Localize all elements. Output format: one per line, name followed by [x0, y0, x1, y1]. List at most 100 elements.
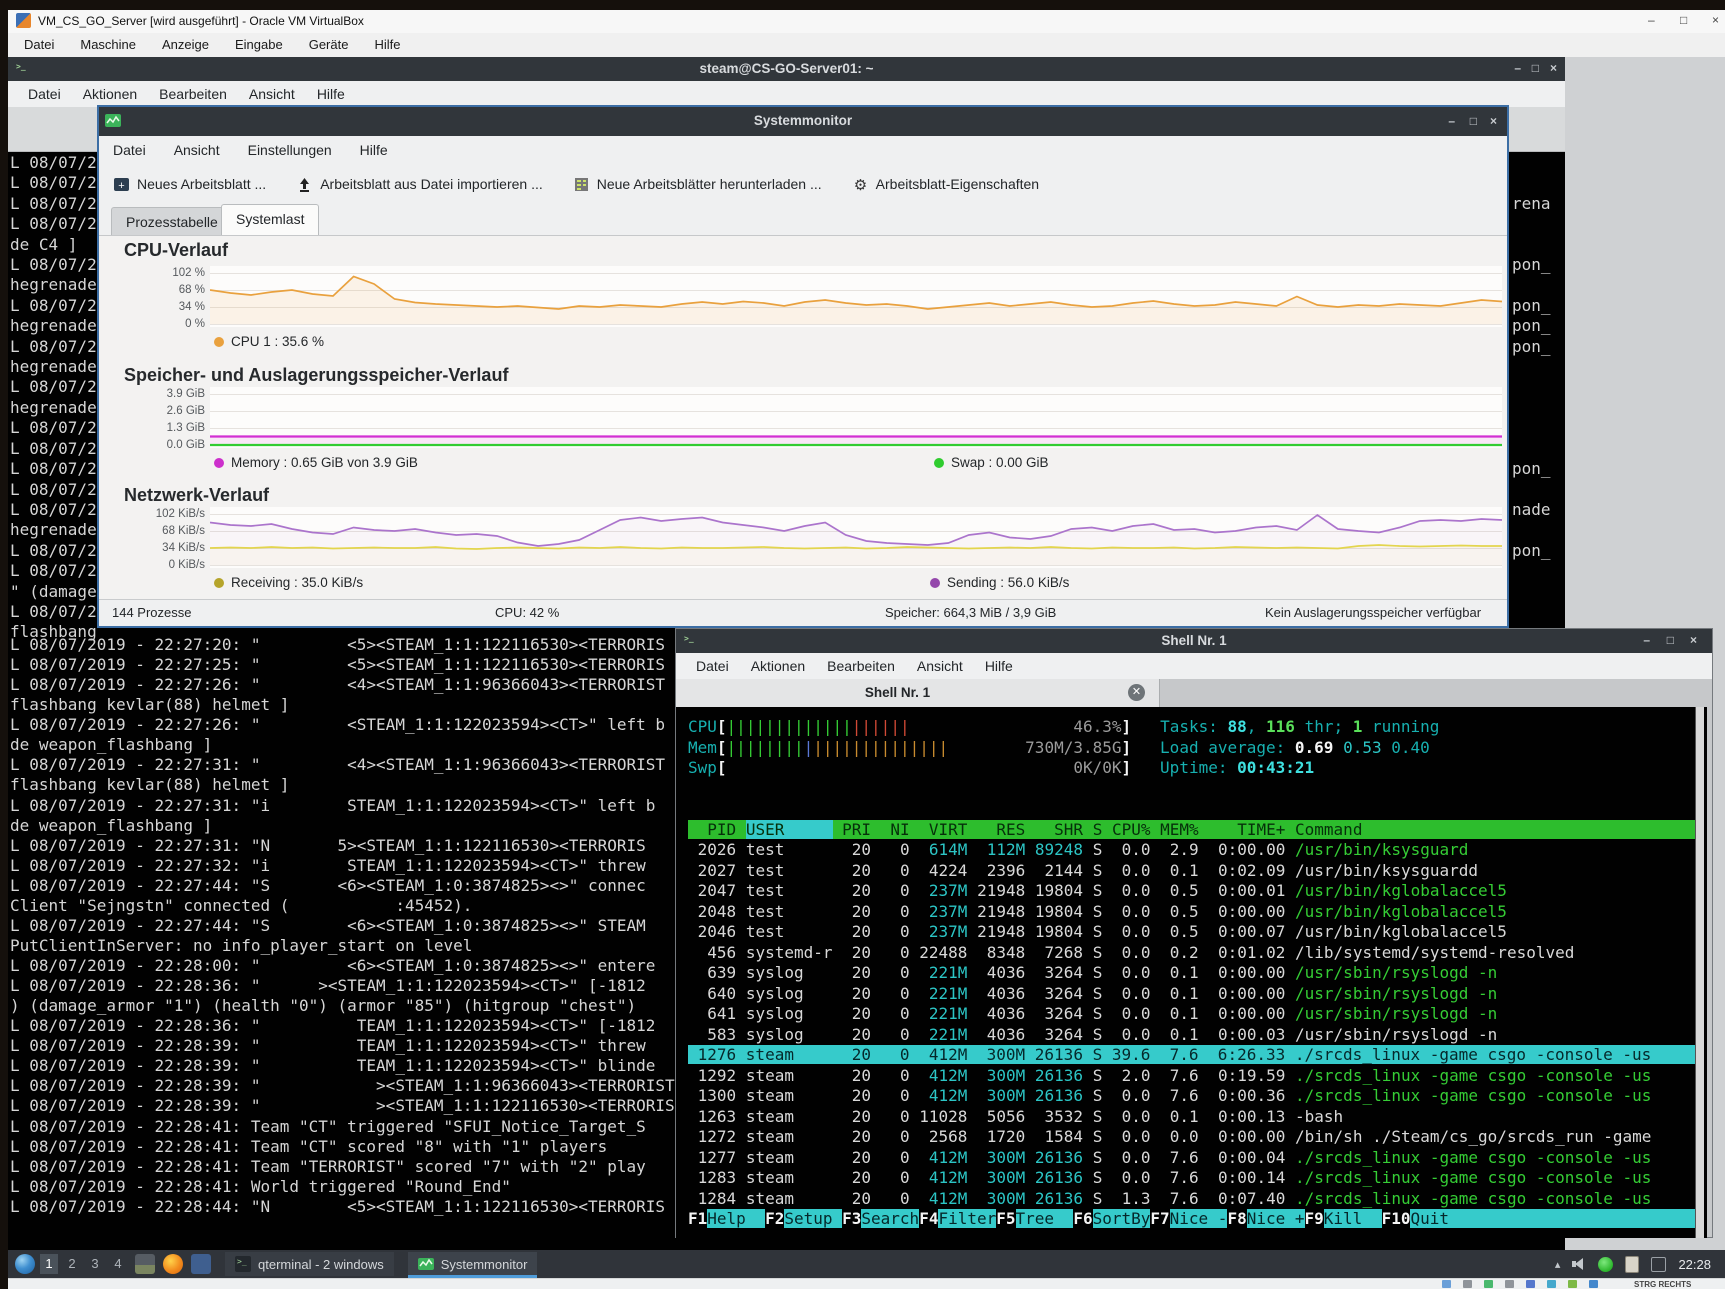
- shell-minimize-icon[interactable]: –: [1643, 633, 1650, 647]
- fkey-f4-label[interactable]: Filter: [938, 1209, 996, 1228]
- process-row-2048[interactable]: 2048 test 20 0 237M 21948 19804 S 0.0 0.…: [688, 902, 1695, 923]
- shell-close-icon[interactable]: ×: [1690, 633, 1697, 647]
- vbox-device-icon[interactable]: [1505, 1280, 1514, 1288]
- virtualbox-menu-maschine[interactable]: Maschine: [80, 37, 136, 52]
- shell-menu-ansicht[interactable]: Ansicht: [917, 658, 963, 674]
- sysmon-maximize-icon[interactable]: □: [1470, 114, 1477, 128]
- fkey-f8[interactable]: F8: [1227, 1209, 1246, 1228]
- fkey-f9-label[interactable]: Kill: [1324, 1209, 1382, 1228]
- fkey-f8-label[interactable]: Nice +: [1247, 1209, 1305, 1228]
- virtualbox-titlebar[interactable]: VM_CS_GO_Server [wird ausgeführt] - Orac…: [8, 10, 1725, 34]
- terminal-titlebar[interactable]: steam@CS-GO-Server01: ~ – □ ×: [8, 57, 1565, 81]
- vbox-device-icon[interactable]: [1568, 1280, 1577, 1288]
- virtualbox-menu-eingabe[interactable]: Eingabe: [235, 37, 283, 52]
- app-icon-blue[interactable]: [191, 1254, 211, 1274]
- fkey-f9[interactable]: F9: [1305, 1209, 1324, 1228]
- host-close-icon[interactable]: ×: [1712, 13, 1719, 27]
- process-row-2046[interactable]: 2046 test 20 0 237M 21948 19804 S 0.0 0.…: [688, 922, 1695, 943]
- tray-status-icon[interactable]: [1598, 1257, 1613, 1272]
- shell-titlebar[interactable]: Shell Nr. 1 – □ ×: [676, 629, 1712, 653]
- terminal-menu-bearbeiten[interactable]: Bearbeiten: [159, 86, 227, 102]
- process-row-640[interactable]: 640 syslog 20 0 221M 4036 3264 S 0.0 0.1…: [688, 984, 1695, 1005]
- shell-menu-hilfe[interactable]: Hilfe: [985, 658, 1013, 674]
- terminal-minimize-icon[interactable]: –: [1514, 61, 1521, 75]
- process-row-1272[interactable]: 1272 steam 20 0 2568 1720 1584 S 0.0 0.0…: [688, 1127, 1695, 1148]
- fkey-f2-label[interactable]: Setup: [784, 1209, 842, 1228]
- start-menu-icon[interactable]: [15, 1254, 35, 1274]
- fkey-f4[interactable]: F4: [919, 1209, 938, 1228]
- workspace-button-2[interactable]: 2: [63, 1254, 81, 1274]
- systemmonitor-menu-datei[interactable]: Datei: [113, 142, 146, 158]
- vbox-device-icon[interactable]: [1442, 1280, 1451, 1288]
- systemmonitor-menu-ansicht[interactable]: Ansicht: [174, 142, 220, 158]
- file-manager-icon[interactable]: [135, 1254, 155, 1274]
- fkey-f1-label[interactable]: Help: [707, 1209, 765, 1228]
- tray-box-icon[interactable]: [1651, 1257, 1666, 1272]
- terminal-scrollbar[interactable]: [1695, 707, 1704, 1238]
- workspace-button-3[interactable]: 3: [86, 1254, 104, 1274]
- fkey-f10[interactable]: F10: [1382, 1209, 1411, 1228]
- htop-function-key-bar[interactable]: F1Help F2Setup F3SearchF4FilterF5Tree F6…: [688, 1209, 1695, 1230]
- systemmonitor-menu-einstellungen[interactable]: Einstellungen: [248, 142, 332, 158]
- vbox-device-icon[interactable]: [1589, 1280, 1598, 1288]
- process-row-1263[interactable]: 1263 steam 20 0 11028 5056 3532 S 0.0 0.…: [688, 1107, 1695, 1128]
- fkey-f7[interactable]: F7: [1150, 1209, 1169, 1228]
- process-row-1284[interactable]: 1284 steam 20 0 412M 300M 26136 S 1.3 7.…: [688, 1189, 1695, 1210]
- vbox-device-icon[interactable]: [1484, 1280, 1493, 1288]
- sysmon-minimize-icon[interactable]: –: [1448, 114, 1455, 128]
- systemmonitor-titlebar[interactable]: Systemmonitor – □ ×: [99, 107, 1507, 136]
- virtualbox-menu-hilfe[interactable]: Hilfe: [374, 37, 400, 52]
- download-worksheets-button[interactable]: Neue Arbeitsblätter herunterladen ...: [573, 176, 822, 193]
- process-row-2047[interactable]: 2047 test 20 0 237M 21948 19804 S 0.0 0.…: [688, 881, 1695, 902]
- process-row-583[interactable]: 583 syslog 20 0 221M 4036 3264 S 0.0 0.1…: [688, 1025, 1695, 1046]
- vbox-device-icon[interactable]: [1526, 1280, 1535, 1288]
- process-row-1292[interactable]: 1292 steam 20 0 412M 300M 26136 S 2.0 7.…: [688, 1066, 1695, 1087]
- host-maximize-icon[interactable]: □: [1680, 13, 1687, 27]
- virtualbox-menu-anzeige[interactable]: Anzeige: [162, 37, 209, 52]
- fkey-f6-label[interactable]: SortBy: [1093, 1209, 1151, 1228]
- volume-icon[interactable]: [1572, 1258, 1586, 1270]
- process-row-1277[interactable]: 1277 steam 20 0 412M 300M 26136 S 0.0 7.…: [688, 1148, 1695, 1169]
- fkey-f10-label[interactable]: Quit: [1410, 1209, 1449, 1228]
- shell-maximize-icon[interactable]: □: [1667, 633, 1674, 647]
- vbox-device-icon[interactable]: [1463, 1280, 1472, 1288]
- virtualbox-menu-geräte[interactable]: Geräte: [309, 37, 349, 52]
- taskbar-item-systemmonitor[interactable]: Systemmonitor: [408, 1252, 538, 1276]
- clipboard-icon[interactable]: [1625, 1256, 1639, 1273]
- vbox-device-icon[interactable]: [1547, 1280, 1556, 1288]
- workspace-button-1[interactable]: 1: [40, 1254, 58, 1274]
- process-row-641[interactable]: 641 syslog 20 0 221M 4036 3264 S 0.0 0.1…: [688, 1004, 1695, 1025]
- process-row-1276[interactable]: 1276 steam 20 0 412M 300M 26136 S 39.6 7…: [688, 1045, 1695, 1066]
- process-row-2026[interactable]: 2026 test 20 0 614M 112M 89248 S 0.0 2.9…: [688, 840, 1695, 861]
- firefox-icon[interactable]: [163, 1254, 183, 1274]
- terminal-menu-hilfe[interactable]: Hilfe: [317, 86, 345, 102]
- process-row-1300[interactable]: 1300 steam 20 0 412M 300M 26136 S 0.0 7.…: [688, 1086, 1695, 1107]
- shell-tab[interactable]: Shell Nr. 1 ✕: [676, 679, 1160, 707]
- process-row-639[interactable]: 639 syslog 20 0 221M 4036 3264 S 0.0 0.1…: [688, 963, 1695, 984]
- terminal-menu-ansicht[interactable]: Ansicht: [249, 86, 295, 102]
- tab-systemlast[interactable]: Systemlast: [221, 204, 319, 235]
- shell-menu-bearbeiten[interactable]: Bearbeiten: [827, 658, 895, 674]
- import-worksheet-button[interactable]: Arbeitsblatt aus Datei importieren ...: [296, 176, 543, 193]
- tab-prozesstabelle[interactable]: Prozesstabelle: [111, 207, 233, 235]
- shell-menu-datei[interactable]: Datei: [696, 658, 729, 674]
- taskbar-item-qterminal[interactable]: qterminal - 2 windows: [225, 1252, 394, 1276]
- process-row-1283[interactable]: 1283 steam 20 0 412M 300M 26136 S 0.0 7.…: [688, 1168, 1695, 1189]
- sysmon-close-icon[interactable]: ×: [1490, 114, 1497, 128]
- process-row-2027[interactable]: 2027 test 20 0 4224 2396 2144 S 0.0 0.1 …: [688, 861, 1695, 882]
- systemmonitor-menu-hilfe[interactable]: Hilfe: [360, 142, 388, 158]
- new-worksheet-button[interactable]: +Neues Arbeitsblatt ...: [113, 176, 266, 193]
- clock[interactable]: 22:28: [1678, 1257, 1711, 1272]
- fkey-f3[interactable]: F3: [842, 1209, 861, 1228]
- virtualbox-menu-datei[interactable]: Datei: [24, 37, 54, 52]
- fkey-f6[interactable]: F6: [1073, 1209, 1092, 1228]
- terminal-menu-aktionen[interactable]: Aktionen: [83, 86, 137, 102]
- fkey-f1[interactable]: F1: [688, 1209, 707, 1228]
- process-row-456[interactable]: 456 systemd-r 20 0 22488 8348 7268 S 0.0…: [688, 943, 1695, 964]
- fkey-f3-label[interactable]: Search: [861, 1209, 919, 1228]
- shell-tab-close-icon[interactable]: ✕: [1128, 684, 1145, 701]
- fkey-f7-label[interactable]: Nice -: [1170, 1209, 1228, 1228]
- host-minimize-icon[interactable]: –: [1648, 13, 1655, 27]
- fkey-f5[interactable]: F5: [996, 1209, 1015, 1228]
- terminal-maximize-icon[interactable]: □: [1532, 61, 1539, 75]
